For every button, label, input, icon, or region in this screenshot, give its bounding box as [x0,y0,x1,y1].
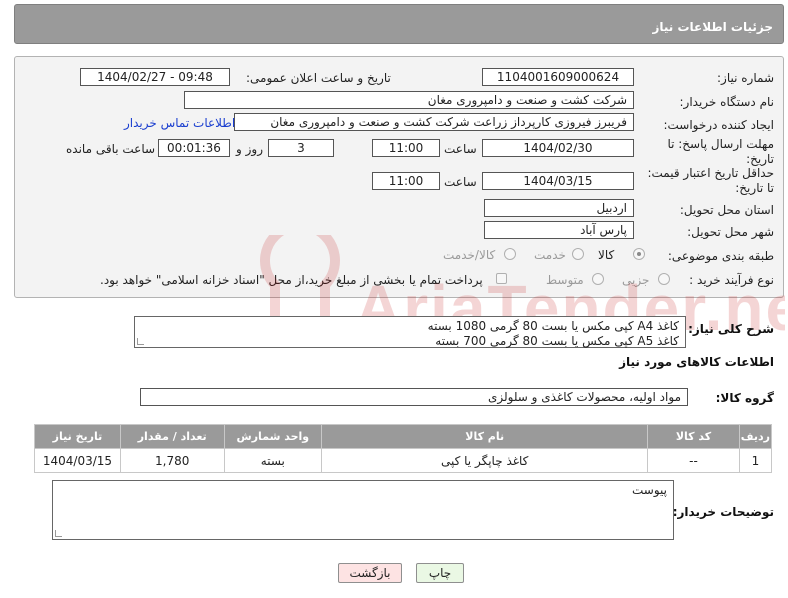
treasury-payment-note: پرداخت تمام یا بخشی از مبلغ خرید،از محل … [100,273,483,287]
remaining-days-label: روز و [236,142,263,156]
back-button[interactable]: بازگشت [338,563,402,583]
buyer-org-field[interactable]: شرکت کشت و صنعت و دامپروری مغان [184,91,634,109]
col-item-name: نام کالا [321,424,649,449]
col-item-code: کد کالا [647,424,740,449]
validity-date-field[interactable]: 1404/03/15 [482,172,634,190]
category-option-goods: کالا [598,248,615,262]
col-row-number: ردیف [738,424,773,449]
process-option-minor: جزیی [622,273,650,287]
validity-label-line1: حداقل تاریخ اعتبار قیمت: [647,166,774,180]
cell-row-number: 1 [738,448,773,473]
buyer-notes-label: توضیحات خریدار: [672,505,774,519]
col-unit: واحد شمارش [223,424,323,449]
cell-unit: بسته [223,448,323,473]
description-line-2: کاغذ A5 کپی مکس یا بست 80 گرمی 700 بسته [435,334,679,348]
remaining-days-field[interactable]: 3 [268,139,334,157]
col-need-date: تاریخ نیاز [34,424,121,449]
print-button[interactable]: چاپ [416,563,464,583]
creator-label: ایجاد کننده درخواست: [663,118,774,132]
deadline-time-field[interactable]: 11:00 [372,139,440,157]
category-option-both: کالا/خدمت [443,248,496,262]
validity-time-label: ساعت [444,175,477,189]
category-option-service: خدمت [534,248,566,262]
category-label: طبقه بندی موضوعی: [667,249,774,263]
category-radio-service[interactable] [572,248,584,260]
city-field[interactable]: پارس آباد [484,221,634,239]
treasury-payment-checkbox[interactable] [496,273,507,284]
description-label: شرح کلی نیاز: [688,322,774,336]
validity-time-field[interactable]: 11:00 [372,172,440,190]
process-option-medium: متوسط [546,273,584,287]
deadline-label-line1: مهلت ارسال پاسخ: تا [667,137,774,151]
goods-group-label: گروه کالا: [715,391,774,405]
buyer-contact-link[interactable]: اطلاعات تماس خریدار [124,116,235,130]
cell-item-name: کاغذ چاپگر یا کپی [321,448,649,473]
process-label: نوع فرآیند خرید : [689,273,774,287]
category-radio-both[interactable] [504,248,516,260]
cell-item-code: -- [647,448,740,473]
announce-date-label: تاریخ و ساعت اعلان عمومی: [246,71,391,85]
announce-date-field[interactable]: 1404/02/27 - 09:48 [80,68,230,86]
buyer-notes-textarea[interactable]: پیوست [52,480,674,540]
description-line-1: کاغذ A4 کپی مکس یا بست 80 گرمی 1080 بسته [427,319,679,333]
resize-handle-icon[interactable] [137,338,144,345]
page-title: جزئیات اطلاعات نیاز [652,20,773,34]
category-radio-goods[interactable] [633,248,645,260]
goods-group-field[interactable]: مواد اولیه، محصولات کاغذی و سلولزی [140,388,688,406]
process-radio-minor[interactable] [658,273,670,285]
items-table-header: ردیف کد کالا نام کالا واحد شمارش تعداد /… [34,424,773,449]
page-header: جزئیات اطلاعات نیاز [14,4,784,44]
description-textarea[interactable]: کاغذ A4 کپی مکس یا بست 80 گرمی 1080 بسته… [134,316,686,348]
col-quantity: تعداد / مقدار [119,424,225,449]
province-field[interactable]: اردبیل [484,199,634,217]
buyer-notes-value: پیوست [632,483,667,497]
items-table: ردیف کد کالا نام کالا واحد شمارش تعداد /… [34,424,773,473]
deadline-date-field[interactable]: 1404/02/30 [482,139,634,157]
need-number-field[interactable]: 1104001609000624 [482,68,634,86]
table-row[interactable]: 1 -- کاغذ چاپگر یا کپی بسته 1,780 1404/0… [34,448,773,473]
process-radio-medium[interactable] [592,273,604,285]
city-label: شهر محل تحویل: [687,225,774,239]
remaining-time-field[interactable]: 00:01:36 [158,139,230,157]
resize-handle-icon[interactable] [55,530,62,537]
validity-label-line2: تا تاریخ: [735,181,774,195]
deadline-label-line2: تاریخ: [746,152,774,166]
cell-need-date: 1404/03/15 [34,448,121,473]
creator-field[interactable]: فریبرز فیروزی کارپرداز زراعت شرکت کشت و … [234,113,634,131]
deadline-time-label: ساعت [444,142,477,156]
province-label: استان محل تحویل: [679,203,774,217]
buyer-org-label: نام دستگاه خریدار: [679,95,775,109]
need-number-label: شماره نیاز: [717,71,774,85]
cell-quantity: 1,780 [119,448,225,473]
goods-section-title: اطلاعات کالاهای مورد نیاز [619,355,774,369]
remaining-time-label: ساعت باقی مانده [66,142,156,156]
